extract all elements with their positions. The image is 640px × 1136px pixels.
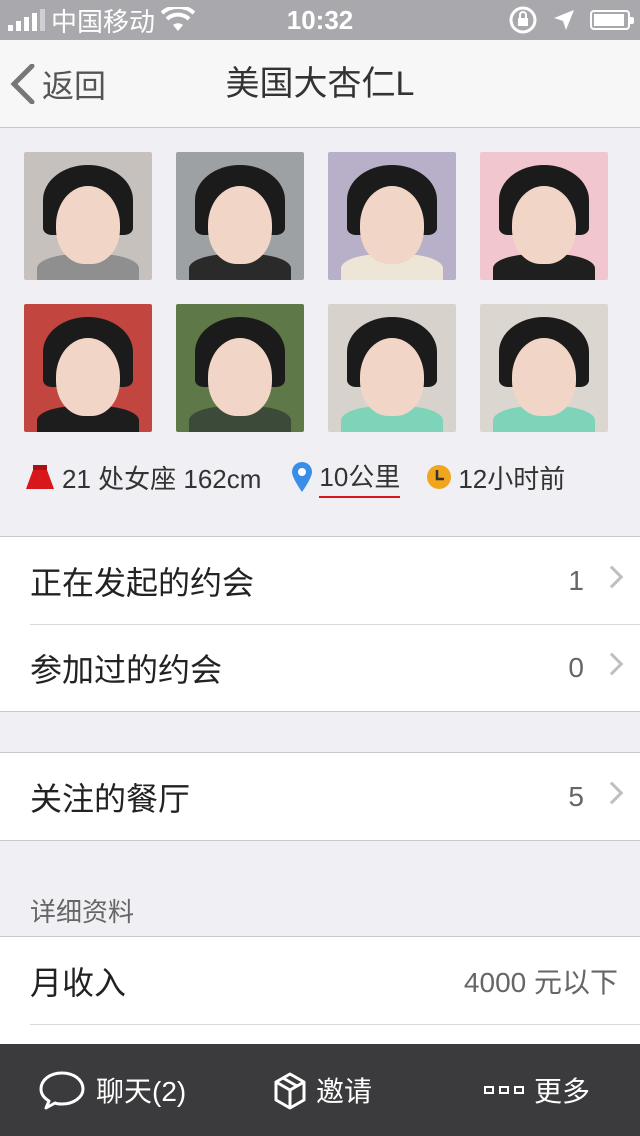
list-item-count: 5	[568, 780, 584, 812]
chevron-right-icon	[600, 652, 624, 676]
list-item-initiated-dates[interactable]: 正在发起的约会 1	[0, 537, 640, 624]
chat-bubble-icon	[39, 1071, 85, 1110]
detail-value: 4000 元以下	[463, 966, 618, 998]
profile-info-text: 21 处女座 162cm	[62, 463, 262, 494]
profile-photo[interactable]	[328, 152, 456, 280]
location-pin-icon	[292, 462, 313, 492]
details-group: 月收入 4000 元以下	[0, 936, 640, 1046]
rotation-lock-icon	[509, 6, 537, 34]
back-button[interactable]: 返回	[10, 40, 106, 128]
list-item-count: 1	[568, 564, 584, 596]
distance-info: 10公里	[291, 457, 401, 498]
list-item-label: 正在发起的约会	[30, 564, 255, 601]
profile-info: 21 处女座 162cm	[24, 459, 261, 496]
last-active-info: 12小时前	[426, 459, 565, 496]
detail-row-income: 月收入 4000 元以下	[0, 937, 640, 1024]
more-button[interactable]: 更多	[484, 1044, 590, 1136]
chevron-left-icon	[10, 64, 35, 104]
profile-photo[interactable]	[24, 152, 152, 280]
clock-icon	[427, 465, 452, 489]
list-item-label: 关注的餐厅	[30, 780, 191, 817]
profile-photo[interactable]	[328, 304, 456, 432]
chevron-right-icon	[600, 781, 624, 805]
chat-label: 聊天(2)	[96, 1076, 187, 1107]
chat-button[interactable]: 聊天(2)	[38, 1044, 186, 1136]
details-section-header: 详细资料	[30, 897, 135, 927]
photo-grid	[24, 152, 616, 432]
more-dots-icon	[484, 1086, 524, 1094]
profile-info-row: 21 处女座 162cm 10公里 12小时前	[24, 452, 624, 502]
chevron-right-icon	[600, 565, 624, 589]
distance-text: 10公里	[319, 457, 401, 498]
location-arrow-icon	[554, 10, 574, 30]
nav-bar: 美国大杏仁L 返回	[0, 40, 640, 128]
list-item-followed-restaurants[interactable]: 关注的餐厅 5	[0, 753, 640, 840]
gift-box-icon	[274, 1072, 306, 1110]
last-active-text: 12小时前	[458, 463, 566, 494]
profile-photo[interactable]	[176, 152, 304, 280]
back-label: 返回	[42, 68, 107, 104]
more-label: 更多	[534, 1076, 591, 1107]
status-right	[508, 0, 634, 40]
restaurants-group: 关注的餐厅 5	[0, 752, 640, 841]
status-bar: 中国移动 10:32	[0, 0, 640, 40]
profile-photo[interactable]	[176, 304, 304, 432]
skirt-icon	[26, 465, 54, 489]
list-item-attended-dates[interactable]: 参加过的约会 0	[0, 624, 640, 711]
list-item-label: 参加过的约会	[30, 651, 223, 688]
battery-icon	[590, 10, 634, 30]
dates-group: 正在发起的约会 1 参加过的约会 0	[0, 536, 640, 712]
list-item-count: 0	[568, 651, 584, 683]
profile-photo[interactable]	[480, 152, 608, 280]
bottom-toolbar: 聊天(2) 邀请 更多	[0, 1044, 640, 1136]
profile-photo[interactable]	[24, 304, 152, 432]
detail-label: 月收入	[30, 964, 127, 1001]
invite-button[interactable]: 邀请	[274, 1044, 372, 1136]
invite-label: 邀请	[316, 1076, 373, 1107]
profile-photo[interactable]	[480, 304, 608, 432]
